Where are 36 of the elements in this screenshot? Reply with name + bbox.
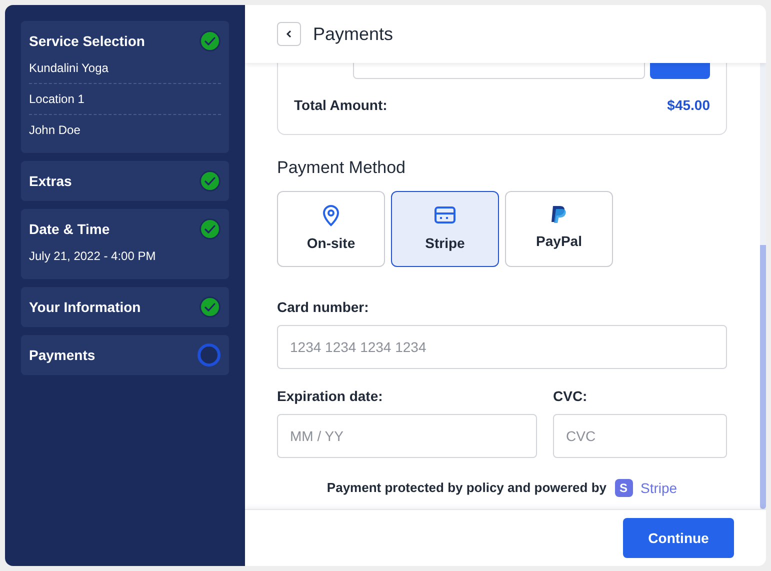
- payment-option[interactable]: PayPal: [505, 190, 613, 266]
- stripe-badge: S: [614, 479, 632, 497]
- field-label: CVC:: [553, 386, 588, 406]
- total-amount: $45.00: [667, 96, 710, 115]
- cvc-field[interactable]: CVC: [553, 414, 727, 458]
- step-title: Date & Time: [29, 220, 110, 238]
- chevron-left-icon: [284, 29, 294, 39]
- step-card[interactable]: Service Selection Kundalini Yoga Location 1 John Doe: [21, 21, 229, 153]
- step-title: Service Selection: [29, 32, 145, 50]
- step-detail: John Doe: [29, 122, 82, 139]
- payment-option[interactable]: On-site: [277, 190, 385, 266]
- total-label: Total Amount:: [294, 96, 388, 115]
- step-title: Payments: [29, 346, 96, 365]
- expiration-date-field[interactable]: MM / YY: [277, 414, 537, 458]
- step-card[interactable]: Payments: [21, 335, 229, 375]
- step-detail: July 21, 2022 - 4:00 PM: [29, 248, 157, 265]
- continue-button[interactable]: Continue: [623, 518, 734, 558]
- step-detail: Kundalini Yoga: [29, 53, 221, 84]
- paypal-logo-icon: [550, 205, 568, 225]
- step-card[interactable]: Extras: [21, 161, 229, 201]
- card-number-field[interactable]: 1234 1234 1234 1234: [277, 324, 727, 368]
- stripe-link[interactable]: Stripe: [640, 478, 678, 498]
- coupon-field[interactable]: [353, 63, 645, 79]
- step-title: Your Information: [29, 298, 141, 316]
- step-detail: Location 1: [29, 84, 221, 115]
- step-card[interactable]: Date & Time July 21, 2022 - 4:00 PM: [21, 209, 229, 279]
- add-coupon-button[interactable]: [650, 63, 710, 79]
- protection-note: Payment protected by policy and powered by: [326, 479, 606, 498]
- step-card[interactable]: Your Information: [21, 287, 229, 327]
- field-label: Card number:: [277, 298, 370, 316]
- step-title: Extras: [29, 172, 72, 190]
- payment-method-heading: Payment Method: [277, 157, 407, 179]
- payment-option[interactable]: Stripe: [391, 190, 499, 266]
- back-button[interactable]: [277, 22, 301, 46]
- field-label: Expiration date:: [277, 386, 384, 406]
- page-title: Payments: [313, 22, 394, 46]
